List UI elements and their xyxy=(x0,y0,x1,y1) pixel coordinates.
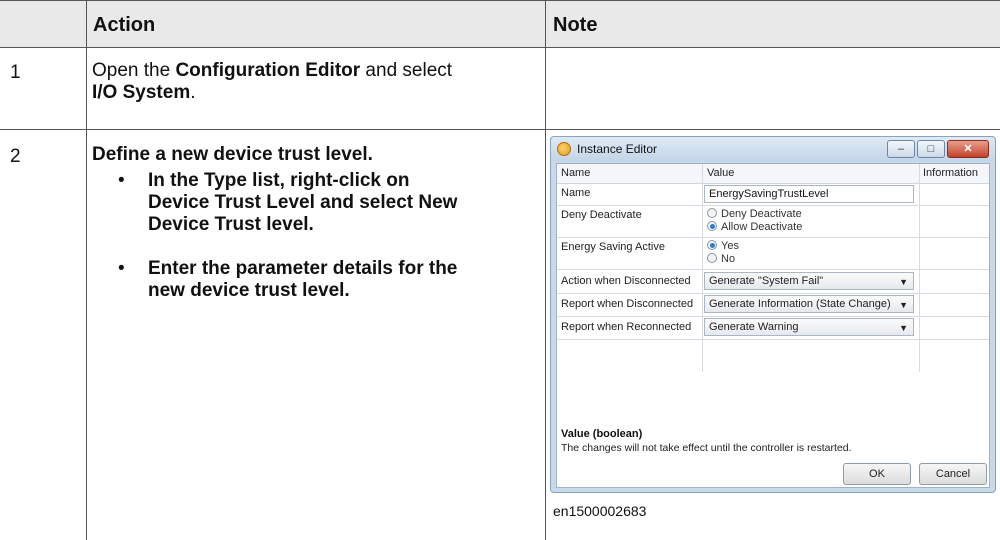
row1-action-text: Open the xyxy=(92,60,176,81)
instance-editor-window: Instance Editor – □ ✕ Name Value Informa… xyxy=(550,136,996,493)
action-disconnected-select[interactable]: Generate "System Fail" ▼ xyxy=(704,272,914,290)
description-text: The changes will not take effect until t… xyxy=(561,442,852,454)
row1-action-text: . xyxy=(190,82,196,103)
table-header: Action Note xyxy=(0,0,1000,48)
cancel-button[interactable]: Cancel xyxy=(919,463,987,485)
grid-divider xyxy=(702,164,703,372)
editor-content: Name Value Information Name EnergySaving… xyxy=(556,163,990,488)
radio-label: Allow Deactivate xyxy=(721,221,803,233)
name-input[interactable]: EnergySavingTrustLevel xyxy=(704,185,914,203)
radio-selected-icon xyxy=(707,240,717,250)
radio-label: No xyxy=(721,253,736,265)
title-bar[interactable]: Instance Editor – □ ✕ xyxy=(551,137,995,161)
report-disconnected-select[interactable]: Generate Information (State Change) ▼ xyxy=(704,295,914,313)
maximize-icon[interactable]: □ xyxy=(917,140,945,158)
minimize-icon[interactable]: – xyxy=(887,140,915,158)
bullet-text-part: . xyxy=(308,214,314,235)
row-divider xyxy=(0,129,1000,130)
bullet-text-part: In the xyxy=(148,170,204,191)
radio-icon xyxy=(707,253,717,263)
row2-action: Define a new device trust level. xyxy=(92,144,373,165)
report-reconnected-select[interactable]: Generate Warning ▼ xyxy=(704,318,914,336)
param-name: Action when Disconnected xyxy=(561,275,691,287)
select-value: Generate "System Fail" xyxy=(709,275,824,287)
radio-allow-deactivate[interactable]: Allow Deactivate xyxy=(707,221,802,233)
radio-selected-icon xyxy=(707,221,717,231)
grid-row-line xyxy=(557,269,989,270)
bullet-text: Enter the parameter details for the new … xyxy=(148,258,548,302)
param-name: Energy Saving Active xyxy=(561,241,665,253)
grid-row-line xyxy=(557,237,989,238)
radio-label: Yes xyxy=(721,240,739,252)
bullet-icon: • xyxy=(118,258,125,279)
chevron-down-icon[interactable]: ▼ xyxy=(899,276,908,289)
bullet-text: In the Type list, right-click on Device … xyxy=(148,170,548,236)
bullet-text-bold: New xyxy=(418,192,458,213)
param-name: Deny Deactivate xyxy=(561,209,642,221)
bullet-text-part: and select xyxy=(314,192,419,213)
instruction-table: Action Note 1 Open the Configuration Edi… xyxy=(0,0,1000,540)
row1-action-text: and select xyxy=(360,60,453,81)
bullet-text-part: Enter the parameter details for the xyxy=(148,258,458,279)
window-title: Instance Editor xyxy=(577,142,658,156)
ok-button[interactable]: OK xyxy=(843,463,911,485)
column-header-name[interactable]: Name xyxy=(561,167,590,179)
param-name: Name xyxy=(561,187,591,199)
column-header-information[interactable]: Information xyxy=(923,167,978,179)
radio-label: Deny Deactivate xyxy=(721,208,802,220)
radio-yes[interactable]: Yes xyxy=(707,240,739,252)
bullet-text-bold: Device Trust Level xyxy=(148,192,315,213)
bullet-text-bold: Type xyxy=(203,170,247,191)
grid-row-line xyxy=(557,339,989,340)
grid-divider xyxy=(919,164,920,372)
figure-caption: en1500002683 xyxy=(553,503,647,519)
grid-row-line xyxy=(557,205,989,206)
header-note: Note xyxy=(553,14,598,36)
bullet-text-part: list, right-click on xyxy=(246,170,410,191)
bullet-text-bold: Device Trust level xyxy=(148,214,309,235)
column-divider xyxy=(86,0,87,540)
close-icon[interactable]: ✕ xyxy=(947,140,989,158)
grid-row-line xyxy=(557,293,989,294)
radio-no[interactable]: No xyxy=(707,253,735,265)
step-number-1: 1 xyxy=(10,62,21,83)
step-number-2: 2 xyxy=(10,146,21,167)
row1-action-bold: I/O System xyxy=(92,82,191,103)
description-title: Value (boolean) xyxy=(561,428,643,440)
bullet-icon: • xyxy=(118,170,125,191)
app-icon xyxy=(557,142,571,156)
bullet-text-part: new device trust level. xyxy=(148,280,350,301)
chevron-down-icon[interactable]: ▼ xyxy=(899,299,908,312)
param-name: Report when Disconnected xyxy=(561,298,694,310)
column-header-value[interactable]: Value xyxy=(707,167,734,179)
param-name: Report when Reconnected xyxy=(561,321,692,333)
select-value: Generate Warning xyxy=(709,321,799,333)
radio-deny-deactivate[interactable]: Deny Deactivate xyxy=(707,208,802,220)
select-value: Generate Information (State Change) xyxy=(709,298,891,310)
header-action: Action xyxy=(93,14,156,36)
row1-action: Open the Configuration Editor and select… xyxy=(92,60,542,104)
grid-row-line xyxy=(557,316,989,317)
chevron-down-icon[interactable]: ▼ xyxy=(899,322,908,335)
grid-header: Name Value Information xyxy=(557,164,989,184)
row1-action-bold: Configuration Editor xyxy=(175,60,361,81)
radio-icon xyxy=(707,208,717,218)
